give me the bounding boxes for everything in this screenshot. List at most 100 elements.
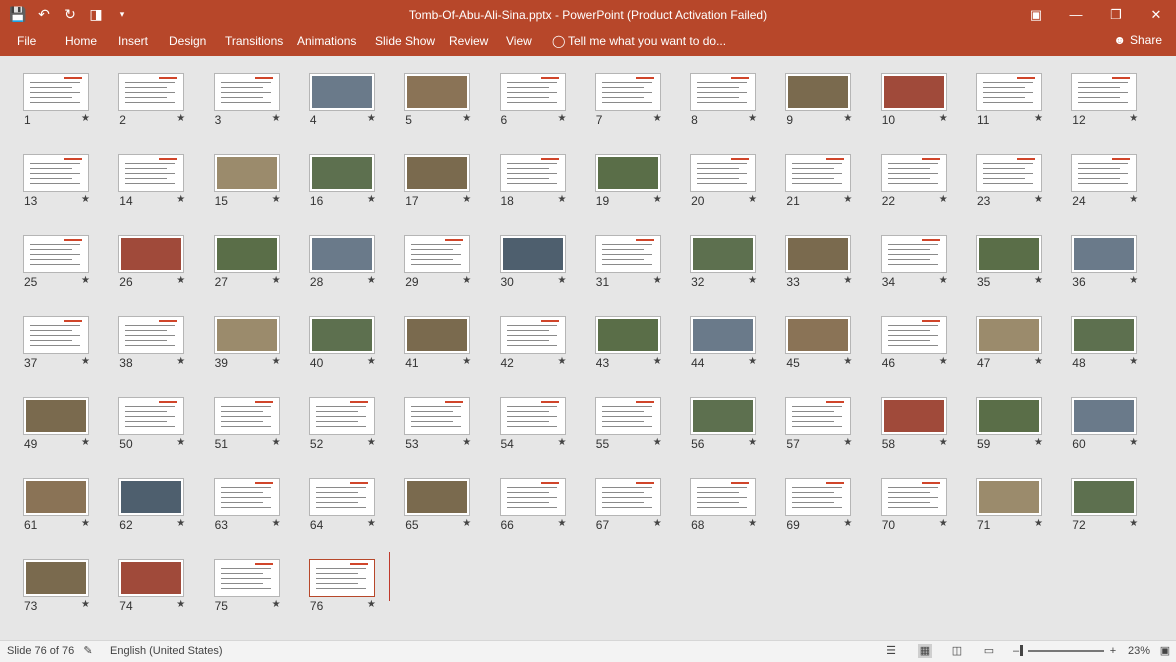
animation-star-icon[interactable]: ★ <box>939 113 948 124</box>
slide-preview[interactable] <box>594 316 661 354</box>
slide-thumbnail[interactable]: 27 ★ <box>213 235 309 299</box>
slide-preview[interactable] <box>1071 154 1138 192</box>
animation-star-icon[interactable]: ★ <box>653 437 662 448</box>
animation-star-icon[interactable]: ★ <box>939 518 948 529</box>
slide-preview[interactable] <box>23 154 89 192</box>
animation-star-icon[interactable]: ★ <box>1034 518 1043 529</box>
animation-star-icon[interactable]: ★ <box>176 437 185 448</box>
slide-preview[interactable] <box>404 478 471 516</box>
animation-star-icon[interactable]: ★ <box>176 275 185 286</box>
slide-thumbnail[interactable]: 5 ★ <box>404 73 499 137</box>
slide-preview[interactable] <box>1071 73 1138 111</box>
slide-thumbnail[interactable]: 68 ★ <box>690 478 785 542</box>
zoom-slider[interactable] <box>1028 650 1104 652</box>
animation-star-icon[interactable]: ★ <box>1129 518 1138 529</box>
slide-preview[interactable] <box>118 154 185 192</box>
slide-thumbnail[interactable]: 2 ★ <box>118 73 213 137</box>
slide-preview[interactable] <box>594 73 661 111</box>
animation-star-icon[interactable]: ★ <box>939 437 948 448</box>
slide-preview[interactable] <box>118 316 185 354</box>
slide-thumbnail[interactable]: 38 ★ <box>118 316 213 380</box>
slide-thumbnail[interactable]: 4 ★ <box>308 73 404 137</box>
slide-thumbnail[interactable]: 70 ★ <box>880 478 976 542</box>
slide-thumbnail[interactable]: 39 ★ <box>213 316 309 380</box>
slide-thumbnail[interactable]: 63 ★ <box>213 478 309 542</box>
animation-star-icon[interactable]: ★ <box>272 437 281 448</box>
animation-star-icon[interactable]: ★ <box>81 113 90 124</box>
animation-star-icon[interactable]: ★ <box>81 194 90 205</box>
slide-thumbnail[interactable]: 29 ★ <box>404 235 499 299</box>
slide-preview[interactable] <box>785 154 852 192</box>
animation-star-icon[interactable]: ★ <box>748 356 757 367</box>
animation-star-icon[interactable]: ★ <box>176 356 185 367</box>
slide-preview[interactable] <box>1071 397 1138 435</box>
tab-file[interactable]: File <box>17 34 36 48</box>
animation-star-icon[interactable]: ★ <box>367 599 376 610</box>
ribbon-display-icon[interactable]: ▣ <box>1016 0 1056 30</box>
slideshow-view-icon[interactable]: ▭ <box>982 644 996 658</box>
customize-icon[interactable]: ▾ <box>112 4 132 24</box>
animation-star-icon[interactable]: ★ <box>1034 194 1043 205</box>
animation-star-icon[interactable]: ★ <box>272 356 281 367</box>
slide-preview[interactable] <box>118 478 185 516</box>
slide-thumbnail[interactable]: 50 ★ <box>118 397 213 461</box>
slide-thumbnail[interactable]: 21 ★ <box>785 154 880 218</box>
slide-preview[interactable] <box>499 316 566 354</box>
slide-thumbnail[interactable]: 71 ★ <box>976 478 1071 542</box>
slide-preview[interactable] <box>308 559 375 597</box>
slide-thumbnail[interactable]: 23 ★ <box>976 154 1071 218</box>
reading-view-icon[interactable]: ◫ <box>950 644 964 658</box>
tab-transitions[interactable]: Transitions <box>225 34 283 48</box>
save-icon[interactable]: 💾 <box>8 4 28 24</box>
slide-preview[interactable] <box>976 235 1042 273</box>
animation-star-icon[interactable]: ★ <box>843 194 852 205</box>
slide-thumbnail[interactable]: 36 ★ <box>1071 235 1166 299</box>
animation-star-icon[interactable]: ★ <box>272 113 281 124</box>
slide-preview[interactable] <box>213 154 280 192</box>
slide-preview[interactable] <box>213 559 280 597</box>
animation-star-icon[interactable]: ★ <box>558 275 567 286</box>
spellcheck-icon[interactable]: ✎ <box>81 644 95 658</box>
slide-preview[interactable] <box>1071 478 1138 516</box>
slide-preview[interactable] <box>118 397 185 435</box>
slide-thumbnail[interactable]: 58 ★ <box>880 397 976 461</box>
slide-thumbnail[interactable]: 10 ★ <box>880 73 976 137</box>
animation-star-icon[interactable]: ★ <box>748 518 757 529</box>
animation-star-icon[interactable]: ★ <box>653 356 662 367</box>
tab-design[interactable]: Design <box>169 34 206 48</box>
slide-thumbnail[interactable]: 14 ★ <box>118 154 213 218</box>
slide-preview[interactable] <box>594 397 661 435</box>
animation-star-icon[interactable]: ★ <box>367 113 376 124</box>
slide-thumbnail[interactable]: 13 ★ <box>23 154 118 218</box>
animation-star-icon[interactable]: ★ <box>653 194 662 205</box>
animation-star-icon[interactable]: ★ <box>748 437 757 448</box>
animation-star-icon[interactable]: ★ <box>462 518 471 529</box>
animation-star-icon[interactable]: ★ <box>843 275 852 286</box>
animation-star-icon[interactable]: ★ <box>176 518 185 529</box>
slide-preview[interactable] <box>976 154 1042 192</box>
slide-thumbnail[interactable]: 24 ★ <box>1071 154 1166 218</box>
slide-thumbnail[interactable]: 40 ★ <box>308 316 404 380</box>
slide-preview[interactable] <box>690 478 757 516</box>
slide-preview[interactable] <box>785 478 852 516</box>
animation-star-icon[interactable]: ★ <box>1129 275 1138 286</box>
slide-preview[interactable] <box>880 397 947 435</box>
animation-star-icon[interactable]: ★ <box>367 275 376 286</box>
slide-preview[interactable] <box>499 478 566 516</box>
animation-star-icon[interactable]: ★ <box>367 356 376 367</box>
slide-preview[interactable] <box>404 73 471 111</box>
animation-star-icon[interactable]: ★ <box>558 437 567 448</box>
slide-thumbnail[interactable]: 74 ★ <box>118 559 213 623</box>
animation-star-icon[interactable]: ★ <box>367 437 376 448</box>
tab-home[interactable]: Home <box>65 34 97 48</box>
animation-star-icon[interactable]: ★ <box>1129 356 1138 367</box>
animation-star-icon[interactable]: ★ <box>558 356 567 367</box>
slide-thumbnail[interactable]: 37 ★ <box>23 316 118 380</box>
slide-preview[interactable] <box>785 235 852 273</box>
animation-star-icon[interactable]: ★ <box>748 113 757 124</box>
slide-preview[interactable] <box>499 73 566 111</box>
notes-icon[interactable]: ☰ <box>884 644 898 658</box>
slide-preview[interactable] <box>976 478 1042 516</box>
slide-thumbnail[interactable]: 48 ★ <box>1071 316 1166 380</box>
tab-slide-show[interactable]: Slide Show <box>375 34 435 48</box>
